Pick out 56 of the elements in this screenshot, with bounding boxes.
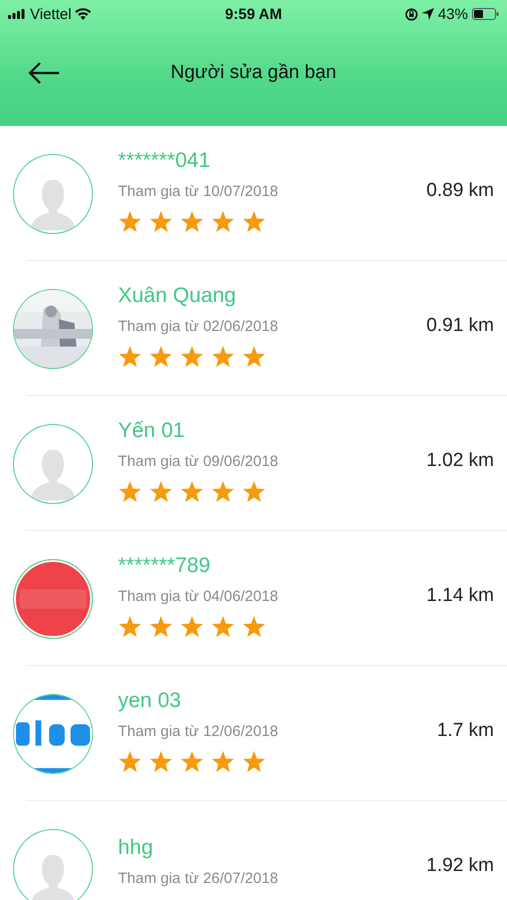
star-icon <box>118 750 142 774</box>
join-date: Tham gia từ 10/07/2018 <box>118 182 280 202</box>
star-icon <box>242 210 266 234</box>
repairer-name: *******789 <box>118 552 212 578</box>
repairer-name: Yến 01 <box>118 418 186 444</box>
wifi-icon <box>75 8 92 20</box>
join-date: Tham gia từ 02/06/2018 <box>118 316 280 336</box>
battery-percent: 43% <box>438 6 468 22</box>
star-icon <box>149 210 173 234</box>
person-silhouette-icon <box>31 852 75 900</box>
star-icon <box>242 614 266 638</box>
distance: 0.89 km <box>426 180 494 202</box>
person-silhouette-icon <box>31 446 75 502</box>
star-icon <box>180 614 204 638</box>
star-icon <box>118 480 142 504</box>
star-icon <box>118 614 142 638</box>
battery-icon <box>472 8 499 20</box>
join-date: Tham gia từ 04/06/2018 <box>118 586 280 606</box>
repairer-name: *******041 <box>118 148 212 174</box>
star-icon <box>211 750 235 774</box>
star-icon <box>211 344 235 368</box>
distance: 0.91 km <box>426 314 494 338</box>
distance: 1.92 km <box>426 854 494 878</box>
star-icon <box>211 210 235 234</box>
lock-rotation-icon <box>404 8 418 20</box>
distance: 1.7 km <box>436 720 494 742</box>
star-icon <box>118 210 142 234</box>
screen-title: Người sửa gần bạn <box>170 62 336 84</box>
distance: 1.14 km <box>426 584 494 608</box>
repairer-name: hhg <box>118 834 154 860</box>
star-icon <box>149 344 173 368</box>
star-icon <box>211 480 235 504</box>
star-icon <box>242 344 266 368</box>
join-date: Tham gia từ 09/06/2018 <box>118 452 280 472</box>
star-icon <box>242 480 266 504</box>
star-icon <box>180 210 204 234</box>
star-icon <box>242 750 266 774</box>
repairer-name: Xuân Quang <box>118 282 237 308</box>
star-icon <box>180 750 204 774</box>
star-icon <box>149 750 173 774</box>
repairer-name: yen 03 <box>118 688 182 714</box>
distance: 1.02 km <box>426 450 494 472</box>
star-icon <box>149 480 173 504</box>
star-icon <box>211 614 235 638</box>
signal-icon <box>8 9 26 19</box>
clock-time: 9:59 AM <box>225 6 282 22</box>
join-date: Tham gia từ 26/07/2018 <box>118 868 280 888</box>
star-icon <box>149 614 173 638</box>
join-date: Tham gia từ 12/06/2018 <box>118 722 280 742</box>
star-icon <box>180 344 204 368</box>
person-silhouette-icon <box>31 176 75 232</box>
star-icon <box>118 344 142 368</box>
back-arrow-icon <box>28 62 60 84</box>
carrier-name: Viettel <box>30 6 72 22</box>
location-arrow-icon <box>422 8 434 20</box>
star-icon <box>180 480 204 504</box>
